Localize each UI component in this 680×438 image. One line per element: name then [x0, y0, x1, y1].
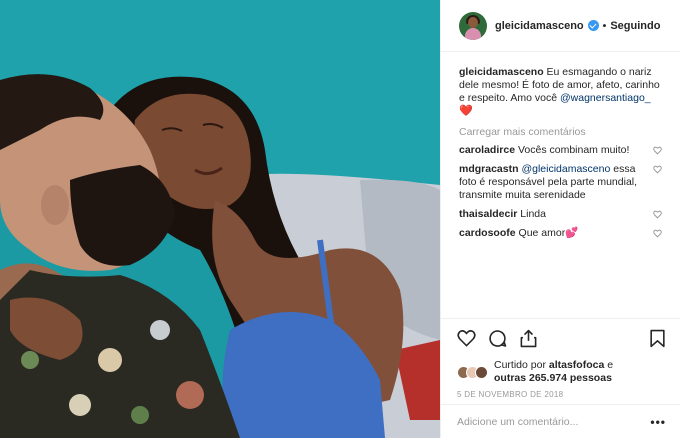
likes-summary: Curtido por altasfofoca e outras 265.974…	[441, 358, 680, 386]
comment-username[interactable]: caroladirce	[459, 144, 515, 156]
post-header: gleicidamasceno • Seguindo	[441, 0, 680, 52]
comment-username[interactable]: cardosoofe	[459, 227, 516, 239]
heart-outline-icon[interactable]	[653, 229, 662, 238]
heart-outline-icon[interactable]	[653, 146, 662, 155]
post-caption: gleicidamasceno Eu esmagando o nariz del…	[459, 66, 662, 118]
comment-text: Que amor💕	[515, 227, 579, 239]
likes-count-link[interactable]: outras 265.974 pessoas	[494, 372, 612, 384]
avatar[interactable]	[459, 11, 487, 40]
comment-mention[interactable]: @gleicidamasceno	[521, 163, 610, 175]
post-date[interactable]: 5 DE NOVEMBRO DE 2018	[441, 386, 680, 404]
following-button[interactable]: Seguindo	[610, 20, 660, 32]
liker-avatars	[457, 365, 488, 379]
comment-icon[interactable]	[488, 329, 507, 348]
instagram-post: gleicidamasceno • Seguindo gleicidamasce…	[0, 0, 680, 438]
heart-outline-icon[interactable]	[653, 165, 662, 174]
heart-icon[interactable]	[457, 329, 476, 348]
liker-username[interactable]: altasfofoca	[549, 359, 604, 371]
verified-badge-icon	[587, 20, 599, 31]
comment-username[interactable]: mdgracastn	[459, 163, 519, 175]
comments-section: gleicidamasceno Eu esmagando o nariz del…	[441, 52, 680, 318]
comment-item: mdgracastn @gleicidamasceno essa foto é …	[459, 163, 662, 202]
header-username[interactable]: gleicidamasceno	[495, 20, 584, 32]
header-separator: •	[602, 19, 607, 32]
heart-outline-icon[interactable]	[653, 210, 662, 219]
bookmark-icon[interactable]	[649, 329, 666, 348]
add-comment-input[interactable]: Adicione um comentário...	[457, 416, 650, 428]
comment-item: thaisaldecir Linda	[459, 208, 662, 221]
comment-text: Vocês combinam muito!	[515, 144, 630, 156]
likes-text: Curtido por altasfofoca e outras 265.974…	[494, 359, 614, 384]
post-actions	[441, 318, 680, 358]
comment-item: cardosoofe Que amor💕	[459, 227, 662, 240]
comment-item: caroladirce Vocês combinam muito!	[459, 144, 662, 157]
more-options-icon[interactable]: •••	[650, 415, 666, 429]
post-sidebar: gleicidamasceno • Seguindo gleicidamasce…	[440, 0, 680, 438]
heart-emoji: ❤️	[459, 105, 473, 117]
caption-username[interactable]: gleicidamasceno	[459, 66, 544, 78]
comment-username[interactable]: thaisaldecir	[459, 208, 517, 220]
caption-mention[interactable]: @wagnersantiago_	[560, 92, 651, 104]
add-comment-bar: Adicione um comentário... •••	[441, 404, 680, 438]
post-photo[interactable]	[0, 0, 440, 438]
comment-text: Linda	[517, 208, 546, 220]
share-icon[interactable]	[519, 329, 538, 348]
couple-photo	[0, 0, 440, 438]
load-more-comments-button[interactable]: Carregar mais comentários	[459, 126, 662, 138]
